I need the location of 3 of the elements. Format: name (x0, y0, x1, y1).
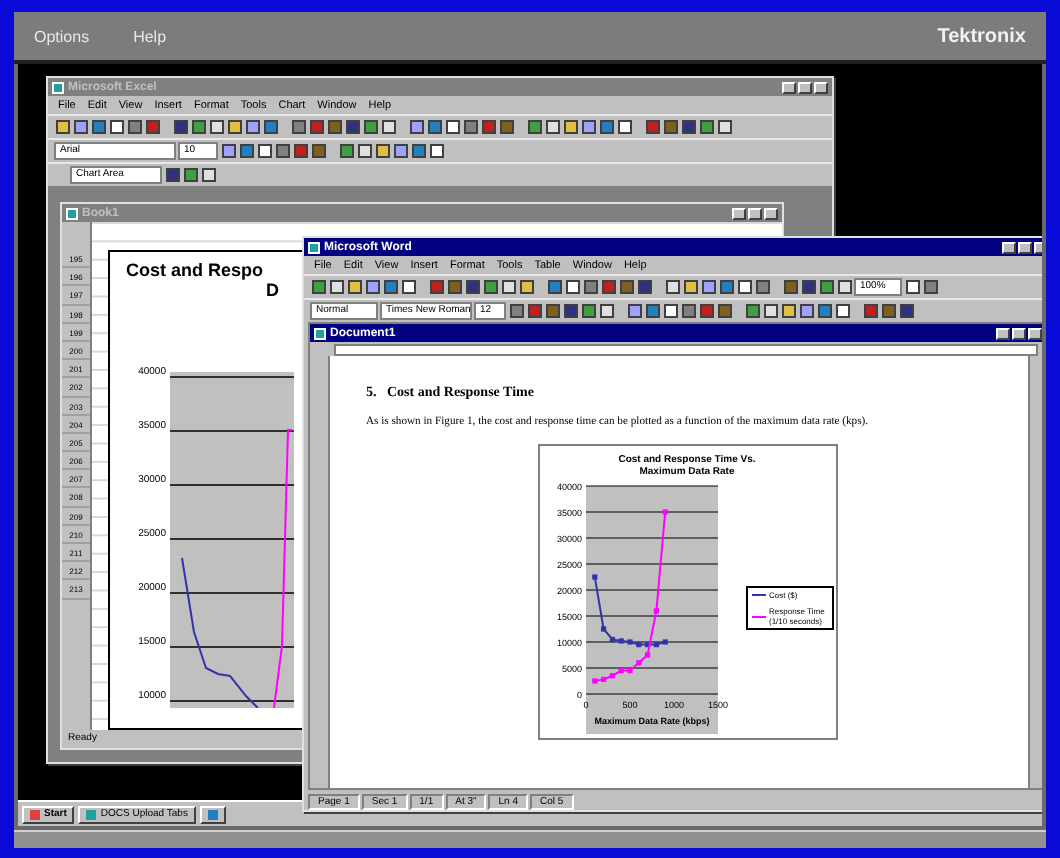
brand-logo: Tektronix (937, 25, 1026, 47)
chart-title: Cost and Respo (124, 260, 264, 280)
chart-subtitle: D (264, 280, 279, 300)
